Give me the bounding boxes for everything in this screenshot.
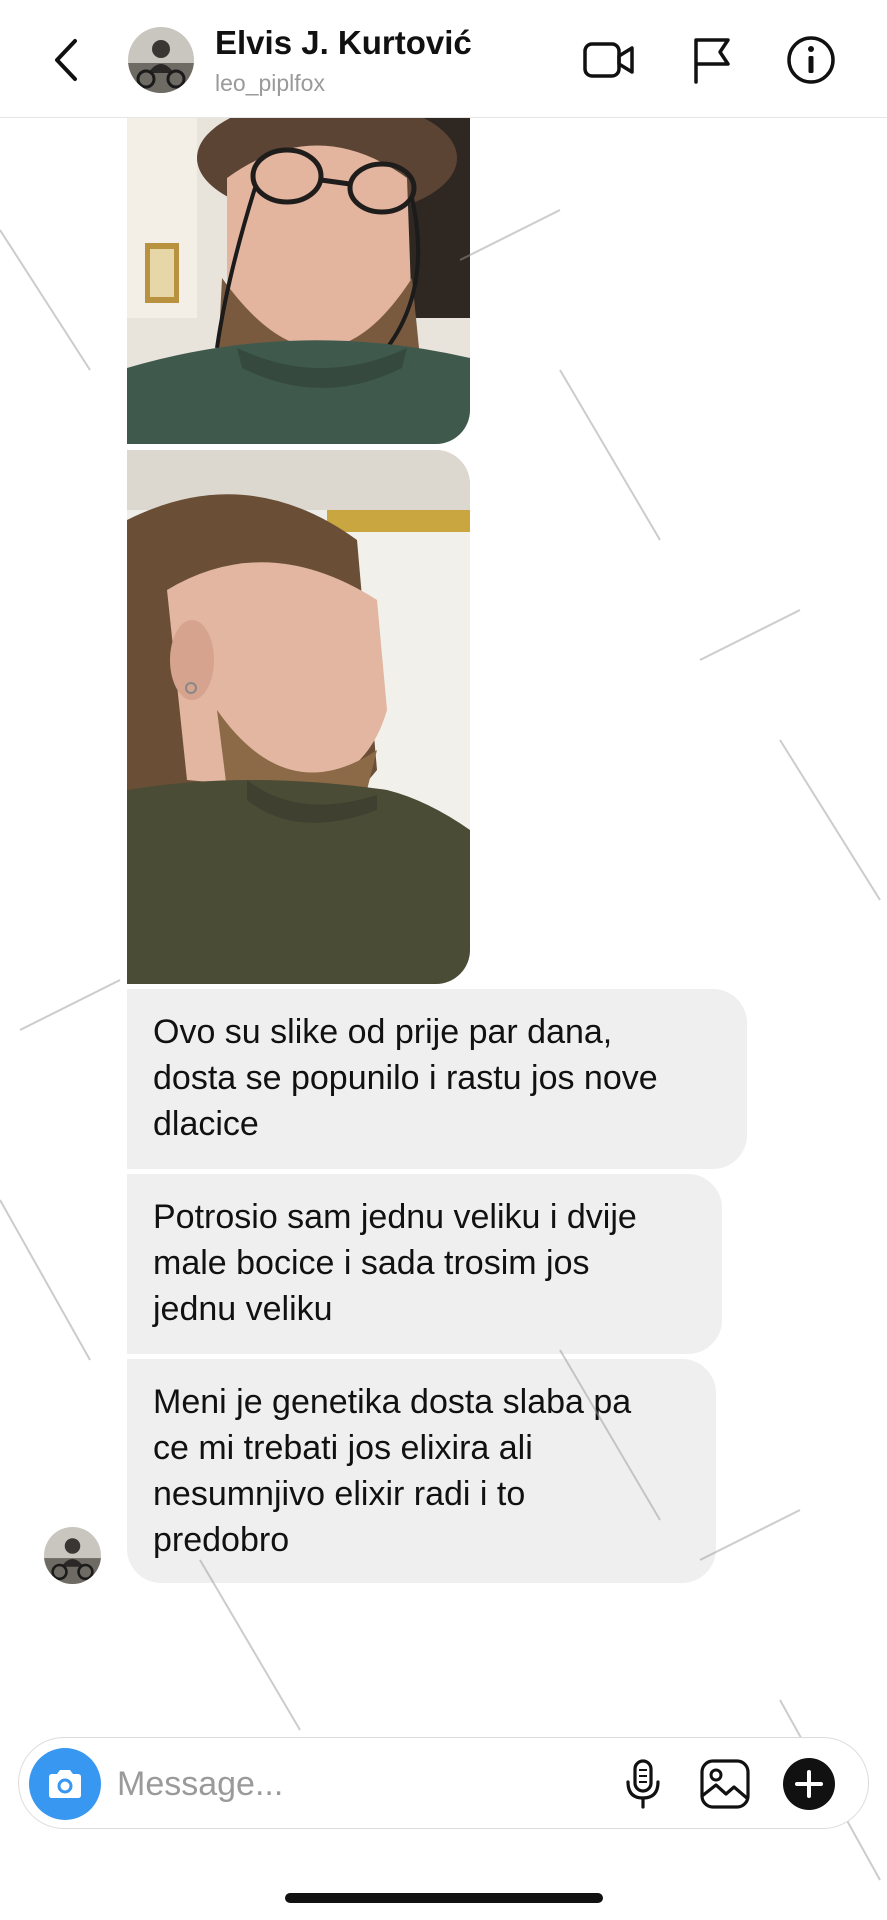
info-icon	[787, 36, 835, 84]
video-call-button[interactable]	[579, 30, 639, 90]
camera-icon	[49, 1770, 81, 1798]
message-bubble[interactable]: Potrosio sam jednu veliku i dvije male b…	[127, 1174, 722, 1354]
chevron-left-icon	[55, 39, 77, 81]
message-photo[interactable]	[127, 118, 470, 444]
message-bubble[interactable]: Meni je genetika dosta slaba pa ce mi tr…	[127, 1359, 716, 1583]
info-button[interactable]	[781, 30, 841, 90]
more-options-button[interactable]	[779, 1754, 839, 1814]
message-input[interactable]	[117, 1756, 597, 1812]
report-button[interactable]	[682, 30, 742, 90]
message-bubble[interactable]: Ovo su slike od prije par dana, dosta se…	[127, 989, 747, 1169]
message-photo[interactable]	[127, 450, 470, 984]
gallery-button[interactable]	[695, 1754, 755, 1814]
home-indicator[interactable]	[285, 1893, 603, 1903]
sender-avatar[interactable]	[44, 1527, 101, 1584]
plus-icon	[783, 1758, 835, 1810]
chat-header: Elvis J. Kurtović leo_piplfox	[0, 0, 887, 118]
camera-button[interactable]	[29, 1748, 101, 1820]
flag-icon	[694, 38, 730, 84]
contact-username: leo_piplfox	[215, 70, 325, 96]
back-button[interactable]	[42, 28, 90, 92]
avatar[interactable]	[128, 27, 194, 93]
microphone-icon	[626, 1759, 660, 1809]
video-camera-icon	[583, 42, 634, 78]
contact-name[interactable]: Elvis J. Kurtović	[215, 24, 472, 62]
voice-message-button[interactable]	[613, 1754, 673, 1814]
message-composer	[18, 1737, 869, 1829]
image-icon	[700, 1759, 750, 1809]
